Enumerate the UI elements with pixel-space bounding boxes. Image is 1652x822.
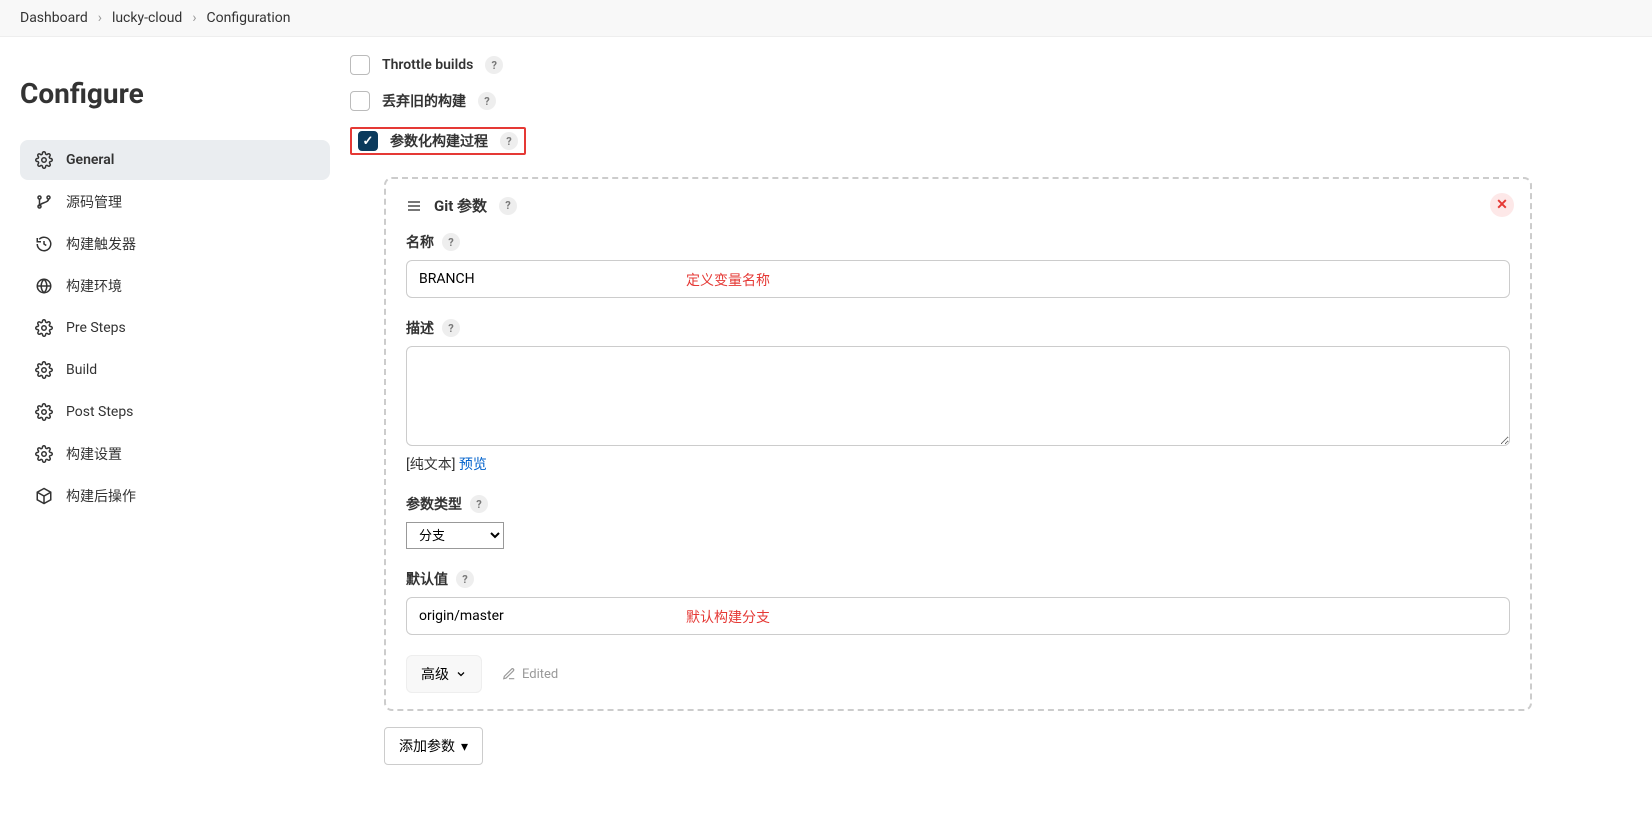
breadcrumb-item-dashboard[interactable]: Dashboard	[20, 10, 88, 26]
preview-link[interactable]: 预览	[459, 457, 487, 473]
default-input[interactable]	[406, 597, 1510, 635]
sidebar: General 源码管理 构建触发器 构建环境	[20, 140, 330, 516]
sidebar-item-label: Pre Steps	[66, 320, 126, 336]
option-throttle: Throttle builds ?	[350, 47, 1532, 83]
box-icon	[34, 486, 54, 506]
help-icon[interactable]: ?	[456, 570, 474, 588]
advanced-button[interactable]: 高级	[406, 655, 482, 693]
sidebar-item-label: Build	[66, 362, 97, 378]
breadcrumb: Dashboard › lucky-cloud › Configuration	[0, 0, 1652, 37]
help-icon[interactable]: ?	[500, 132, 518, 150]
default-label: 默认值	[406, 569, 448, 589]
default-field-group: 默认值 ? 默认构建分支	[406, 569, 1510, 635]
branch-icon	[34, 192, 54, 212]
name-input[interactable]	[406, 260, 1510, 298]
globe-icon	[34, 276, 54, 296]
close-button[interactable]: ✕	[1490, 193, 1514, 217]
panel-title: Git 参数	[434, 195, 487, 216]
name-field-group: 名称 ? 定义变量名称	[406, 232, 1510, 298]
parameterize-label: 参数化构建过程	[390, 131, 488, 151]
sidebar-item-scm[interactable]: 源码管理	[20, 182, 330, 222]
edited-indicator: Edited	[502, 667, 558, 682]
gear-icon	[34, 360, 54, 380]
help-icon[interactable]: ?	[485, 56, 503, 74]
help-icon[interactable]: ?	[499, 197, 517, 215]
sidebar-item-pre-steps[interactable]: Pre Steps	[20, 308, 330, 348]
edited-text: Edited	[522, 667, 558, 682]
sidebar-item-environment[interactable]: 构建环境	[20, 266, 330, 306]
sidebar-item-build[interactable]: Build	[20, 350, 330, 390]
sidebar-item-triggers[interactable]: 构建触发器	[20, 224, 330, 264]
pencil-icon	[502, 667, 516, 681]
highlight-box: 参数化构建过程 ?	[350, 127, 526, 155]
help-icon[interactable]: ?	[478, 92, 496, 110]
parameterize-checkbox[interactable]	[358, 131, 378, 151]
chevron-right-icon: ›	[192, 10, 196, 26]
sidebar-item-label: 构建后操作	[66, 486, 136, 506]
help-icon[interactable]: ?	[470, 495, 488, 513]
throttle-checkbox[interactable]	[350, 55, 370, 75]
breadcrumb-item-project[interactable]: lucky-cloud	[112, 10, 182, 26]
sidebar-item-general[interactable]: General	[20, 140, 330, 180]
sidebar-item-post-build[interactable]: 构建后操作	[20, 476, 330, 516]
desc-field-group: 描述 ? [纯文本] 预览	[406, 318, 1510, 474]
sidebar-item-label: General	[66, 152, 114, 168]
drag-handle-icon[interactable]	[406, 198, 422, 214]
plain-text-prefix: [纯文本]	[406, 457, 459, 473]
sidebar-item-label: 构建环境	[66, 276, 122, 296]
param-type-select[interactable]: 分支	[406, 522, 504, 549]
breadcrumb-item-configuration[interactable]: Configuration	[207, 10, 291, 26]
param-type-label: 参数类型	[406, 494, 462, 514]
gear-icon	[34, 318, 54, 338]
sidebar-item-label: 构建触发器	[66, 234, 136, 254]
chevron-right-icon: ›	[98, 10, 102, 26]
clock-icon	[34, 234, 54, 254]
option-parameterize: 参数化构建过程 ?	[350, 119, 1532, 163]
help-icon[interactable]: ?	[442, 233, 460, 251]
page-title: Configure	[20, 77, 330, 110]
plain-text-row: [纯文本] 预览	[406, 454, 1510, 474]
name-label: 名称	[406, 232, 434, 252]
option-discard: 丢弃旧的构建 ?	[350, 83, 1532, 119]
discard-label: 丢弃旧的构建	[382, 91, 466, 111]
git-param-panel: ✕ Git 参数 ? 名称 ? 定义变量名称 描述 ?	[384, 177, 1532, 711]
sidebar-item-post-steps[interactable]: Post Steps	[20, 392, 330, 432]
help-icon[interactable]: ?	[442, 319, 460, 337]
sidebar-item-label: Post Steps	[66, 404, 133, 420]
gear-icon	[34, 444, 54, 464]
add-param-label: 添加参数	[399, 736, 455, 756]
sidebar-item-label: 构建设置	[66, 444, 122, 464]
advanced-label: 高级	[421, 664, 449, 684]
gear-icon	[34, 150, 54, 170]
annotation-default: 默认构建分支	[686, 607, 770, 627]
discard-checkbox[interactable]	[350, 91, 370, 111]
sidebar-item-build-settings[interactable]: 构建设置	[20, 434, 330, 474]
sidebar-item-label: 源码管理	[66, 192, 122, 212]
desc-textarea[interactable]	[406, 346, 1510, 446]
gear-icon	[34, 402, 54, 422]
caret-down-icon: ▾	[461, 738, 468, 755]
desc-label: 描述	[406, 318, 434, 338]
add-param-button[interactable]: 添加参数 ▾	[384, 727, 483, 765]
param-type-field-group: 参数类型 ? 分支	[406, 494, 1510, 549]
annotation-name: 定义变量名称	[686, 270, 770, 290]
throttle-label: Throttle builds	[382, 57, 473, 73]
chevron-down-icon	[455, 668, 467, 680]
